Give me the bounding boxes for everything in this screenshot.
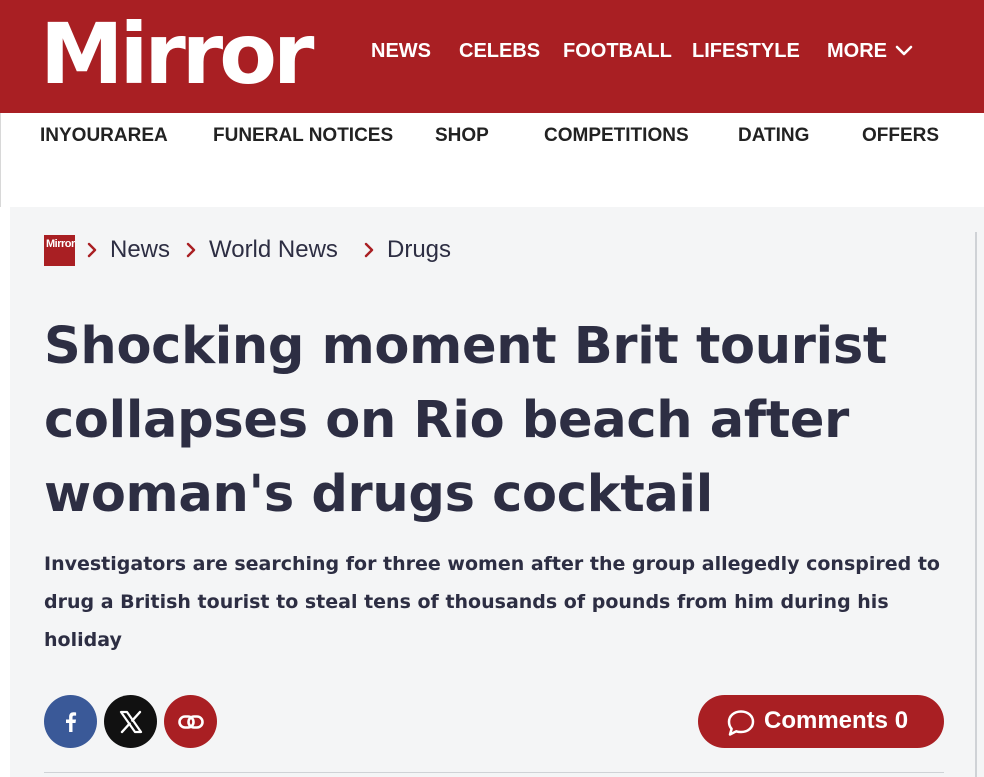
article-standfirst: Investigators are searching for three wo… <box>44 553 940 651</box>
subnav-offers[interactable]: OFFERS <box>862 125 939 147</box>
speech-bubble-icon <box>727 710 755 736</box>
chevron-right-icon <box>186 242 196 258</box>
subnav-competitions[interactable]: COMPETITIONS <box>544 125 689 147</box>
nav-more[interactable]: MORE <box>827 38 887 64</box>
subnav-dating[interactable]: DATING <box>738 125 809 147</box>
comments-label: Comments 0 <box>764 707 909 734</box>
facebook-icon <box>65 711 76 732</box>
comments-button[interactable]: Comments 0 <box>698 695 944 748</box>
nav-football[interactable]: FOOTBALL <box>563 38 672 64</box>
share-x-button[interactable] <box>104 695 157 748</box>
chevron-right-icon <box>364 242 374 258</box>
share-facebook-button[interactable] <box>44 695 97 748</box>
article-headline: Shocking moment Brit tourist collapses o… <box>44 317 887 524</box>
ad-spacer <box>0 158 984 207</box>
copy-link-button[interactable] <box>164 695 217 748</box>
chevron-right-icon <box>87 242 97 258</box>
subnav-inyourarea[interactable]: INYOURAREA <box>40 125 168 147</box>
site-header: Mirror NEWS CELEBS FOOTBALL LIFESTYLE MO… <box>0 0 984 113</box>
breadcrumb-drugs[interactable]: Drugs <box>387 235 451 265</box>
nav-lifestyle[interactable]: LIFESTYLE <box>692 38 800 64</box>
subnav-shop[interactable]: SHOP <box>435 125 489 147</box>
link-icon <box>177 714 204 729</box>
secondary-nav: INYOURAREA FUNERAL NOTICES SHOP COMPETIT… <box>0 113 984 158</box>
breadcrumb-news[interactable]: News <box>110 235 170 265</box>
x-icon <box>119 710 142 733</box>
breadcrumb-home-logo[interactable]: Mirror <box>44 235 75 266</box>
mirror-logo[interactable]: Mirror <box>40 4 314 104</box>
divider <box>44 772 944 773</box>
column-divider <box>975 232 977 777</box>
chevron-down-icon[interactable] <box>894 41 914 61</box>
nav-news[interactable]: NEWS <box>371 38 431 64</box>
breadcrumb-logo-text: Mirror <box>46 238 75 250</box>
subnav-funeral-notices[interactable]: FUNERAL NOTICES <box>213 125 393 147</box>
breadcrumb-world-news[interactable]: World News <box>209 235 338 265</box>
nav-celebs[interactable]: CELEBS <box>459 38 540 64</box>
